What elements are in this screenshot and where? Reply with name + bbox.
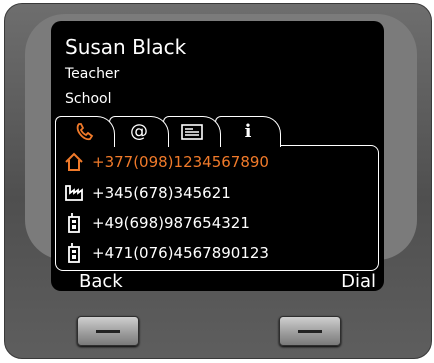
contact-name: Susan Black — [65, 35, 187, 59]
tab-vcard[interactable] — [163, 116, 221, 147]
left-softkey-button[interactable] — [77, 316, 139, 346]
phone-number: +49(698)987654321 — [92, 214, 250, 232]
contact-title: Teacher — [65, 66, 120, 82]
tab-email[interactable]: @ — [109, 116, 169, 147]
list-item[interactable]: +377(098)1234567890 — [56, 149, 378, 175]
mobile-icon — [60, 212, 88, 234]
email-at-icon: @ — [130, 121, 148, 142]
right-softkey-button[interactable] — [279, 316, 341, 346]
vcard-icon — [181, 124, 203, 140]
phone-handset-icon — [76, 123, 94, 141]
home-icon — [60, 151, 88, 173]
list-item[interactable]: +49(698)987654321 — [56, 210, 378, 236]
phone-number-list: +377(098)1234567890 +345(678)345621 +49(… — [55, 145, 379, 271]
mobile-icon — [60, 242, 88, 264]
phone-number: +345(678)345621 — [92, 184, 231, 202]
tab-phone-numbers[interactable] — [55, 116, 115, 147]
contact-tabs: @ i — [55, 116, 295, 147]
office-icon — [60, 182, 88, 204]
contact-organization: School — [65, 91, 112, 107]
info-icon: i — [244, 121, 252, 142]
list-item[interactable]: +345(678)345621 — [56, 180, 378, 206]
phone-number: +471(076)4567890123 — [92, 244, 269, 262]
list-item[interactable]: +471(076)4567890123 — [56, 240, 378, 266]
display-screen: Susan Black Teacher School @ i +377(098)… — [51, 21, 384, 291]
softkey-back-label: Back — [79, 271, 123, 291]
softkey-dial-label: Dial — [341, 271, 376, 291]
tab-info[interactable]: i — [215, 116, 281, 147]
phone-number: +377(098)1234567890 — [92, 153, 269, 171]
